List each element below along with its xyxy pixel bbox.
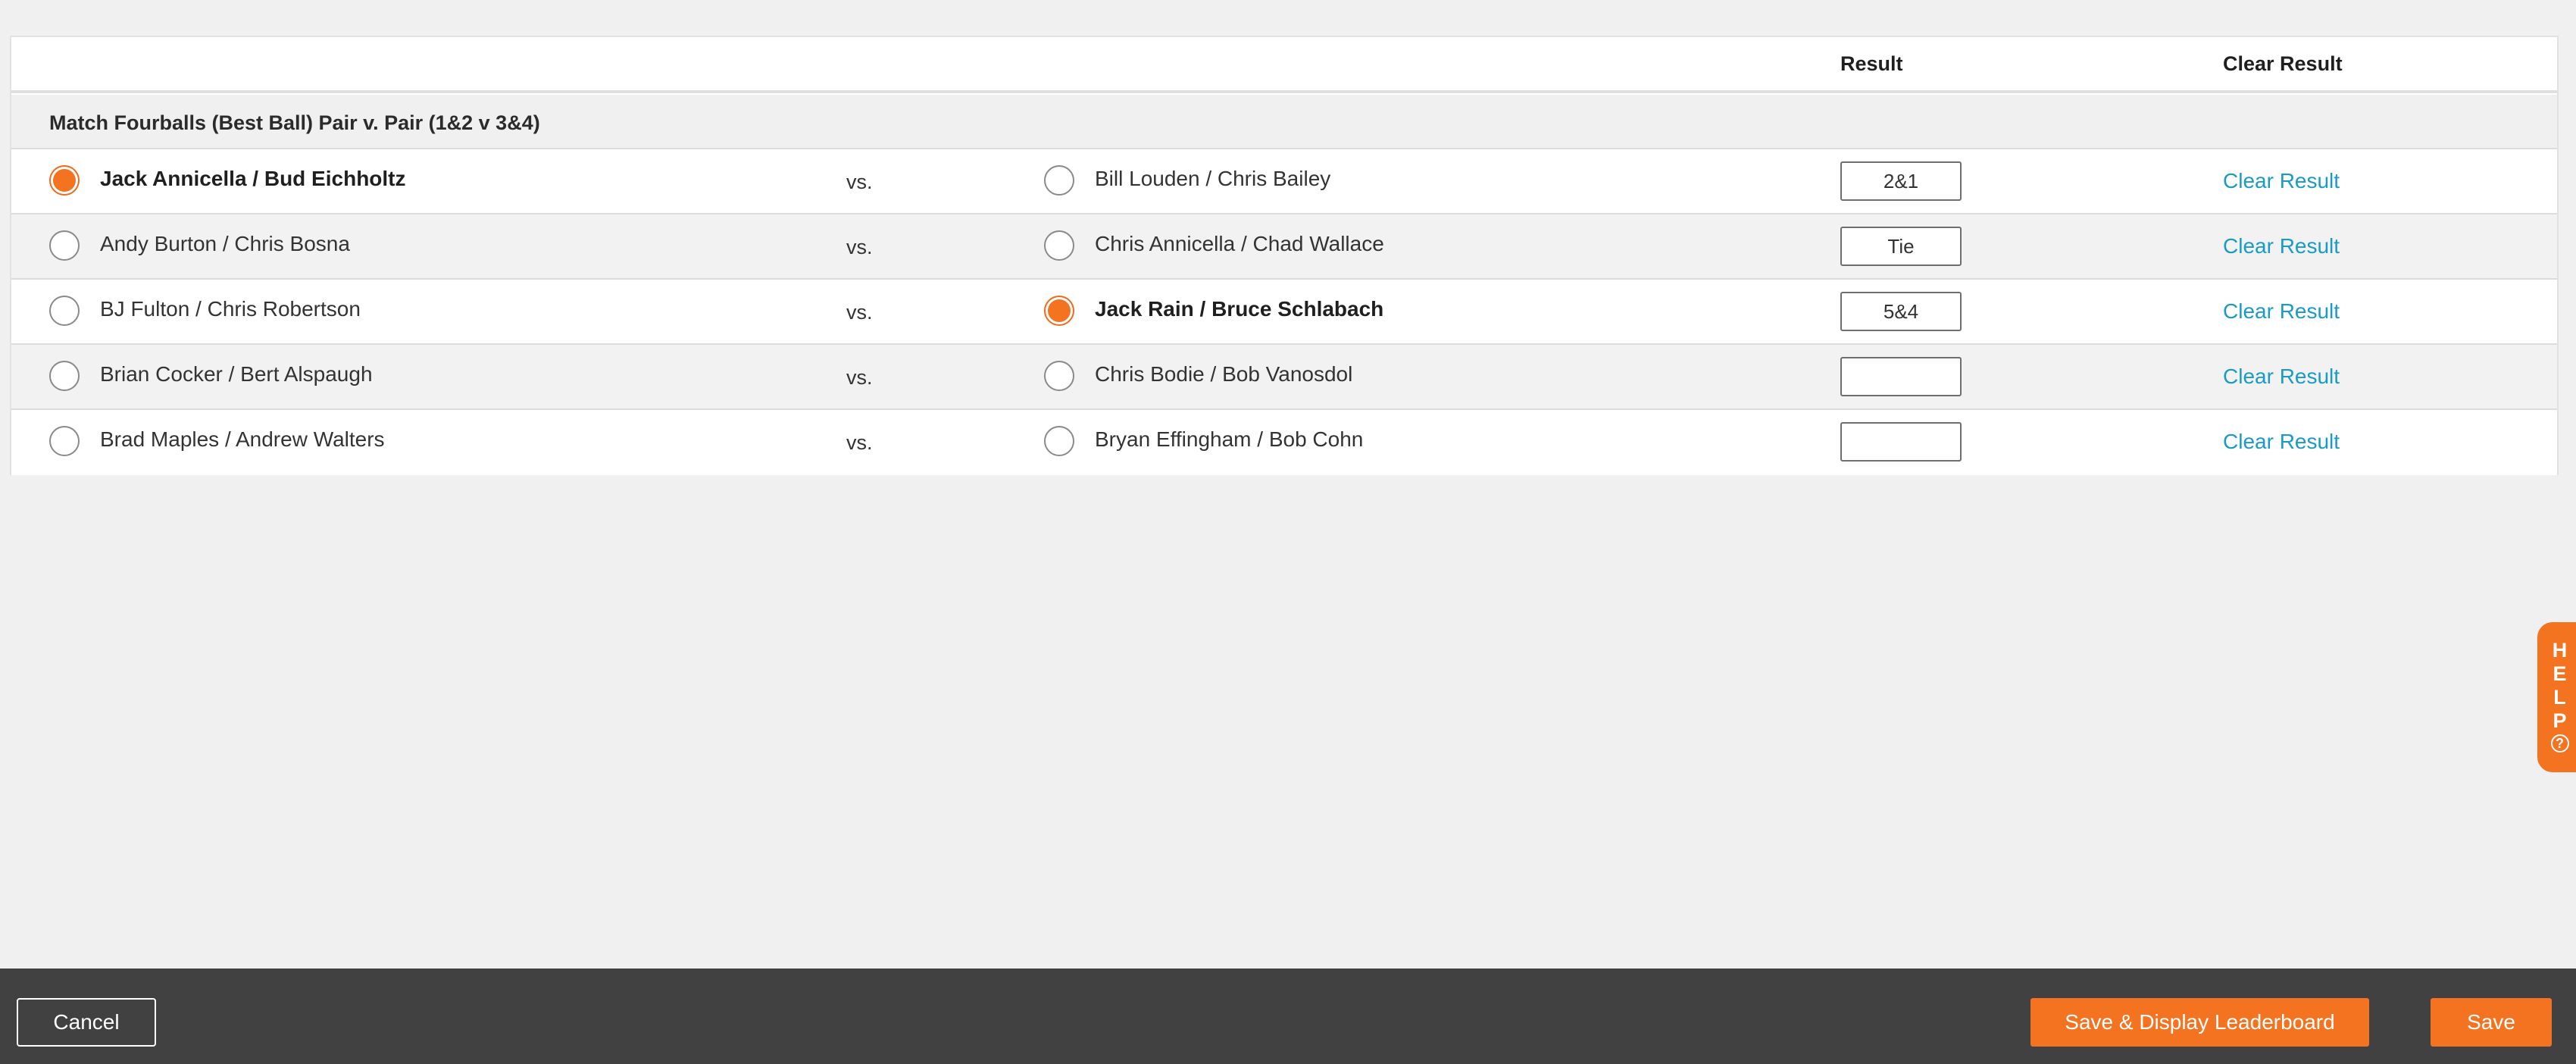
help-tab[interactable]: H E L P ?: [2537, 622, 2576, 772]
right-pair-name: Chris Bodie / Bob Vanosdol: [1095, 362, 1353, 386]
right-pair-name: Jack Rain / Bruce Schlabach: [1095, 297, 1384, 321]
result-input[interactable]: [1840, 227, 1962, 266]
left-pair-radio[interactable]: [49, 165, 80, 196]
right-pair-radio[interactable]: [1044, 426, 1074, 456]
right-pair-radio[interactable]: [1044, 230, 1074, 261]
help-letter: P: [2553, 709, 2567, 732]
left-pair-radio[interactable]: [49, 230, 80, 261]
right-pair-radio[interactable]: [1044, 165, 1074, 196]
clear-result-link[interactable]: Clear Result: [2223, 169, 2340, 193]
section-header: Match Fourballs (Best Ball) Pair v. Pair…: [11, 95, 2557, 149]
save-display-leaderboard-button[interactable]: Save & Display Leaderboard: [2030, 998, 2369, 1047]
match-row-3: BJ Fulton / Chris Robertson vs. Jack Rai…: [11, 280, 2557, 345]
left-pair-radio[interactable]: [49, 296, 80, 326]
match-row-1: Jack Annicella / Bud Eichholtz vs. Bill …: [11, 149, 2557, 214]
footer-bar: Cancel Save & Display Leaderboard Save: [0, 969, 2576, 1064]
left-pair-name: Andy Burton / Chris Bosna: [100, 232, 350, 255]
clear-result-link[interactable]: Clear Result: [2223, 299, 2340, 324]
left-pair-name: BJ Fulton / Chris Robertson: [100, 297, 361, 321]
left-pair-name: Brad Maples / Andrew Walters: [100, 427, 385, 451]
result-input[interactable]: [1840, 422, 1962, 462]
match-row-5: Brad Maples / Andrew Walters vs. Bryan E…: [11, 410, 2557, 475]
right-pair-name: Bryan Effingham / Bob Cohn: [1095, 427, 1364, 451]
cancel-button[interactable]: Cancel: [17, 998, 156, 1047]
result-input[interactable]: [1840, 292, 1962, 331]
clear-result-link[interactable]: Clear Result: [2223, 365, 2340, 389]
clear-result-column-header: Clear Result: [2223, 52, 2343, 75]
right-pair-name: Bill Louden / Chris Bailey: [1095, 167, 1331, 190]
left-pair-radio[interactable]: [49, 361, 80, 391]
result-input[interactable]: [1840, 357, 1962, 396]
match-results-panel: Result Clear Result Match Fourballs (Bes…: [10, 36, 2559, 475]
match-row-2: Andy Burton / Chris Bosna vs. Chris Anni…: [11, 214, 2557, 280]
result-column-header: Result: [1840, 52, 1903, 75]
right-pair-radio[interactable]: [1044, 361, 1074, 391]
question-circle-icon: ?: [2550, 734, 2569, 753]
vs-label: vs.: [846, 366, 873, 389]
vs-label: vs.: [846, 301, 873, 324]
left-pair-radio[interactable]: [49, 426, 80, 456]
match-row-4: Brian Cocker / Bert Alspaugh vs. Chris B…: [11, 345, 2557, 410]
right-pair-radio[interactable]: [1044, 296, 1074, 326]
clear-result-link[interactable]: Clear Result: [2223, 234, 2340, 258]
left-pair-name: Jack Annicella / Bud Eichholtz: [100, 167, 406, 190]
vs-label: vs.: [846, 431, 873, 454]
section-title: Match Fourballs (Best Ball) Pair v. Pair…: [49, 111, 540, 134]
vs-label: vs.: [846, 171, 873, 193]
save-button[interactable]: Save: [2431, 998, 2552, 1047]
table-header: Result Clear Result: [11, 37, 2557, 93]
result-input[interactable]: [1840, 161, 1962, 201]
help-letter: L: [2553, 686, 2566, 709]
vs-label: vs.: [846, 236, 873, 258]
left-pair-name: Brian Cocker / Bert Alspaugh: [100, 362, 373, 386]
help-letter: E: [2553, 662, 2567, 685]
help-letter: H: [2552, 639, 2568, 662]
clear-result-link[interactable]: Clear Result: [2223, 430, 2340, 454]
right-pair-name: Chris Annicella / Chad Wallace: [1095, 232, 1384, 255]
